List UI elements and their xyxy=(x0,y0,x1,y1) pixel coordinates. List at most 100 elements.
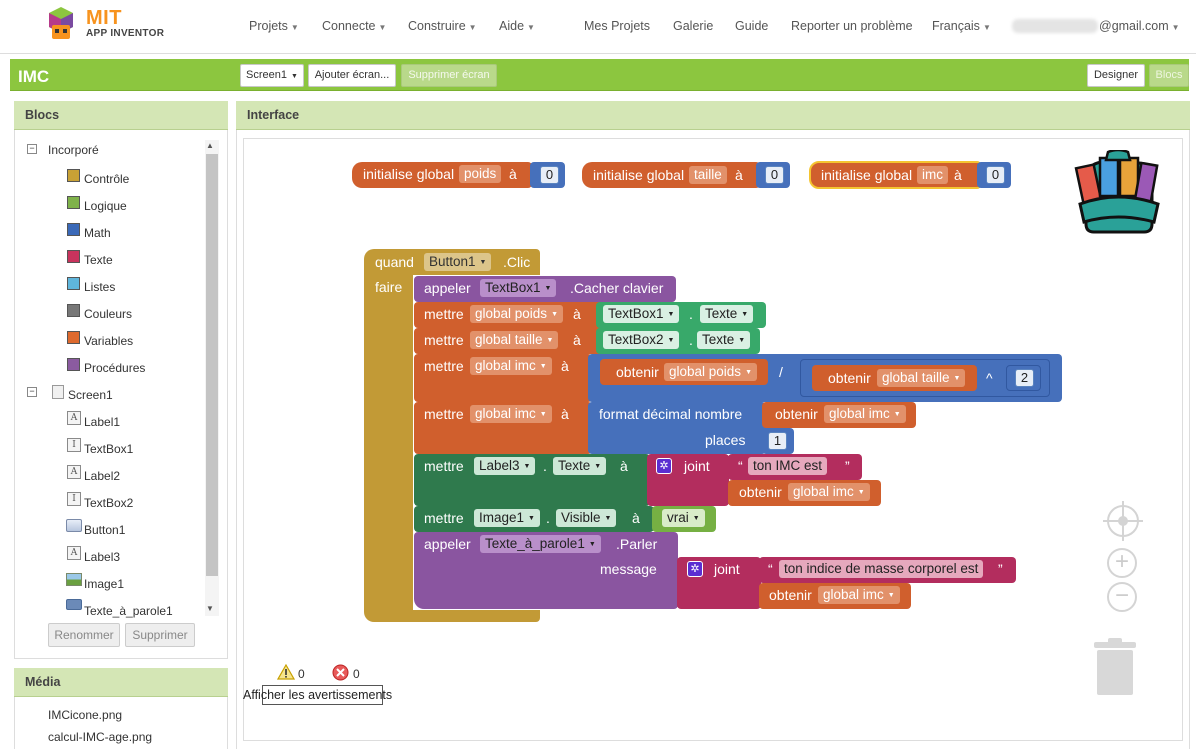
tree-texte-a-parole1[interactable]: Texte_à_parole1 xyxy=(84,604,173,618)
string-value[interactable]: ton IMC est xyxy=(748,457,828,475)
gear-icon[interactable]: ✲ xyxy=(687,561,703,577)
component-dropdown[interactable]: TextBox2 ▼ xyxy=(603,331,680,349)
warnings-count: 0 xyxy=(298,667,305,681)
to-label: à xyxy=(573,306,581,322)
tree-variables[interactable]: Variables xyxy=(84,334,133,348)
menu-aide[interactable]: Aide ▼ xyxy=(499,19,535,33)
number-value[interactable]: 0 xyxy=(986,166,1005,184)
tree-procedures[interactable]: Procédures xyxy=(84,361,145,375)
account-menu[interactable]: @gmail.com ▼ xyxy=(1099,19,1180,33)
set-label: mettre xyxy=(424,358,464,374)
tree-button1[interactable]: Button1 xyxy=(84,523,125,537)
workspace-title: Interface xyxy=(236,101,1190,130)
scroll-down-icon[interactable]: ▼ xyxy=(206,604,214,613)
rename-button[interactable]: Renommer xyxy=(48,623,120,647)
warning-icon[interactable] xyxy=(277,664,295,680)
text-to-speech-icon xyxy=(66,599,82,610)
component-dropdown[interactable]: TextBox1 ▼ xyxy=(603,305,680,323)
var-name-taille[interactable]: taille xyxy=(689,166,727,184)
variable-dropdown[interactable]: global poids ▼ xyxy=(470,305,563,323)
tree-logique[interactable]: Logique xyxy=(84,199,127,213)
media-file[interactable]: IMCicone.png xyxy=(48,708,122,722)
variable-dropdown[interactable]: global imc ▼ xyxy=(470,405,552,423)
menu-connecte[interactable]: Connecte ▼ xyxy=(322,19,386,33)
add-screen-button[interactable]: Ajouter écran... xyxy=(308,64,396,87)
zoom-out-icon[interactable]: − xyxy=(1107,582,1137,612)
tree-texte[interactable]: Texte xyxy=(84,253,113,267)
link-report-problem[interactable]: Reporter un problème xyxy=(791,19,913,33)
logo-subtitle[interactable]: APP INVENTOR xyxy=(86,28,164,39)
collapse-builtin-toggle[interactable]: − xyxy=(27,144,37,154)
tree-textbox2[interactable]: TextBox2 xyxy=(84,496,133,510)
variable-dropdown[interactable]: global taille ▼ xyxy=(877,369,966,387)
number-value[interactable]: 0 xyxy=(540,166,559,184)
collapse-screen-toggle[interactable]: − xyxy=(27,387,37,397)
link-guide[interactable]: Guide xyxy=(735,19,768,33)
link-galerie[interactable]: Galerie xyxy=(673,19,713,33)
tree-couleurs[interactable]: Couleurs xyxy=(84,307,132,321)
menu-projets[interactable]: Projets ▼ xyxy=(249,19,299,33)
property-dropdown[interactable]: Texte ▼ xyxy=(697,331,751,349)
exponent-value[interactable]: 2 xyxy=(1015,369,1034,387)
tree-math[interactable]: Math xyxy=(84,226,111,240)
menu-construire[interactable]: Construire ▼ xyxy=(408,19,477,33)
property-dropdown[interactable]: Texte ▼ xyxy=(553,457,607,475)
trash-icon[interactable] xyxy=(1092,638,1138,696)
tree-scrollbar-thumb[interactable] xyxy=(206,154,218,576)
tree-builtin[interactable]: Incorporé xyxy=(48,143,99,157)
textbox-icon: I xyxy=(67,438,81,452)
zoom-in-icon[interactable]: + xyxy=(1107,548,1137,578)
remove-screen-button[interactable]: Supprimer écran xyxy=(401,64,497,87)
tree-label2[interactable]: Label2 xyxy=(84,469,120,483)
delete-button[interactable]: Supprimer xyxy=(125,623,195,647)
to-label: à xyxy=(561,358,569,374)
blocks-button[interactable]: Blocs xyxy=(1149,64,1189,87)
get-label: obtenir xyxy=(775,406,818,422)
error-icon[interactable] xyxy=(332,664,349,681)
power-operator: ^ xyxy=(986,370,993,386)
designer-button[interactable]: Designer xyxy=(1087,64,1145,87)
component-dropdown[interactable]: Label3 ▼ xyxy=(474,457,536,475)
link-mes-projets[interactable]: Mes Projets xyxy=(584,19,650,33)
center-target-icon[interactable] xyxy=(1103,501,1143,541)
tree-label3[interactable]: Label3 xyxy=(84,550,120,564)
string-value[interactable]: ton indice de masse corporel est xyxy=(779,560,984,578)
variable-dropdown[interactable]: global poids ▼ xyxy=(664,363,757,381)
property-dropdown[interactable]: Texte ▼ xyxy=(700,305,754,323)
component-dropdown[interactable]: Button1 ▼ xyxy=(424,253,492,271)
boolean-dropdown[interactable]: vrai ▼ xyxy=(662,509,705,527)
variable-dropdown[interactable]: global taille ▼ xyxy=(470,331,559,349)
component-dropdown[interactable]: Image1 ▼ xyxy=(474,509,540,527)
blocks-panel-title: Blocs xyxy=(14,101,228,130)
logique-swatch-icon xyxy=(67,196,80,209)
tree-textbox1[interactable]: TextBox1 xyxy=(84,442,133,456)
app-inventor-logo-icon[interactable] xyxy=(38,5,84,45)
tree-image1[interactable]: Image1 xyxy=(84,577,124,591)
number-value[interactable]: 0 xyxy=(765,166,784,184)
scroll-up-icon[interactable]: ▲ xyxy=(206,141,214,150)
var-name-poids[interactable]: poids xyxy=(459,165,502,183)
language-menu[interactable]: Français ▼ xyxy=(932,19,991,33)
show-warnings-button[interactable]: Afficher les avertissements xyxy=(243,688,392,702)
screen-select[interactable]: Screen1 ▼ xyxy=(240,64,304,87)
property-dropdown[interactable]: Visible ▼ xyxy=(556,509,617,527)
variable-dropdown[interactable]: global imc ▼ xyxy=(788,483,870,501)
variable-dropdown[interactable]: global imc ▼ xyxy=(470,357,552,375)
logo-mit-text[interactable]: MIT xyxy=(86,7,122,30)
var-name-imc[interactable]: imc xyxy=(917,166,948,184)
variable-dropdown[interactable]: global imc ▼ xyxy=(824,405,906,423)
tree-screen1[interactable]: Screen1 xyxy=(68,388,113,402)
method-name: .Cacher clavier xyxy=(570,280,664,296)
media-file[interactable]: calcul-IMC-age.png xyxy=(48,730,152,744)
tree-listes[interactable]: Listes xyxy=(84,280,115,294)
tree-label1[interactable]: Label1 xyxy=(84,415,120,429)
backpack-icon[interactable] xyxy=(1072,150,1166,236)
component-dropdown[interactable]: Texte_à_parole1 ▼ xyxy=(480,535,601,553)
places-value[interactable]: 1 xyxy=(768,432,787,450)
quote-close: ” xyxy=(998,561,1003,577)
quote-close: ” xyxy=(845,458,850,474)
gear-icon[interactable]: ✲ xyxy=(656,458,672,474)
component-dropdown[interactable]: TextBox1 ▼ xyxy=(480,279,557,297)
variable-dropdown[interactable]: global imc ▼ xyxy=(818,586,900,604)
tree-controle[interactable]: Contrôle xyxy=(84,172,129,186)
